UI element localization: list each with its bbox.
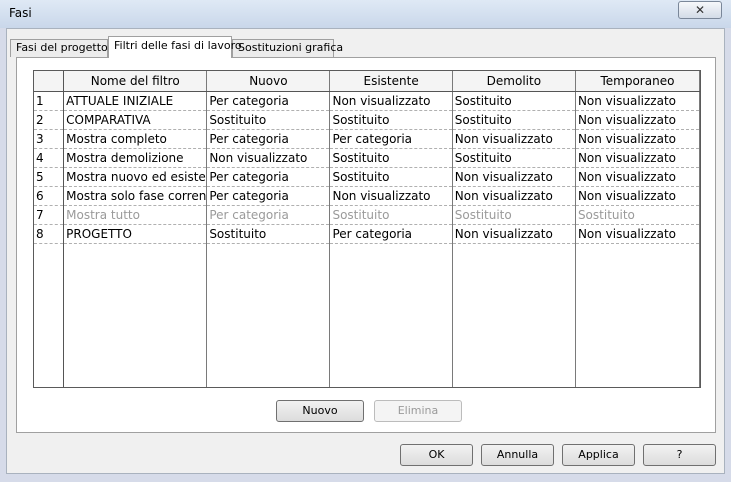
tab-filtri-delle-fasi[interactable]: Filtri delle fasi di lavoro <box>108 36 242 58</box>
close-icon: ✕ <box>694 3 706 17</box>
table-cell[interactable]: Non visualizzato <box>329 186 453 206</box>
table-row[interactable]: 7 Mostra tutto Per categoria Sostituito Sost… <box>34 205 700 225</box>
table-cell[interactable]: Non visualizzato <box>452 186 576 206</box>
empty-cell <box>575 243 700 387</box>
table-cell[interactable]: Non visualizzato <box>575 148 700 168</box>
row-number: 2 <box>34 110 65 130</box>
row-number: 7 <box>34 205 65 225</box>
table-cell[interactable]: Non visualizzato <box>206 148 331 168</box>
empty-table-area <box>34 243 700 387</box>
table-row[interactable]: 2 COMPARATIVA Sostituito Sostituito Sostitui… <box>34 110 700 130</box>
column-header-temporaneo[interactable]: Temporaneo <box>575 71 700 92</box>
table-cell[interactable]: Sostituito <box>329 205 453 225</box>
row-number: 8 <box>34 224 65 244</box>
table-row[interactable]: 8 PROGETTO Sostituito Per categoria Non visu… <box>34 224 700 244</box>
table-cell[interactable]: COMPARATIVA <box>63 110 208 130</box>
table-cell[interactable]: Per categoria <box>329 224 453 244</box>
table-cell[interactable]: Sostituito <box>452 148 576 168</box>
ok-button[interactable]: OK <box>400 444 473 466</box>
nuovo-button[interactable]: Nuovo <box>276 400 364 422</box>
table-cell[interactable]: Mostra demolizione <box>63 148 208 168</box>
row-number: 3 <box>34 129 65 149</box>
empty-cell <box>63 243 208 387</box>
empty-cell <box>206 243 331 387</box>
table-cell[interactable]: Sostituito <box>329 110 453 130</box>
table-cell[interactable]: Mostra completo <box>63 129 208 149</box>
table-cell[interactable]: Per categoria <box>206 129 331 149</box>
table-cell[interactable]: Sostituito <box>575 205 700 225</box>
column-header-esistente[interactable]: Esistente <box>329 71 453 92</box>
table-row[interactable]: 4 Mostra demolizione Non visualizzato Sosti… <box>34 148 700 168</box>
annulla-button[interactable]: Annulla <box>481 444 554 466</box>
tab-sostituzioni-grafica[interactable]: Sostituzioni grafica <box>232 39 343 57</box>
table-cell[interactable]: Sostituito <box>452 110 576 130</box>
tab-fasi-del-progetto[interactable]: Fasi del progetto <box>10 39 108 57</box>
row-number: 1 <box>34 91 65 111</box>
window-title: Fasi <box>9 6 32 20</box>
empty-cell <box>34 243 65 387</box>
table-cell[interactable]: Per categoria <box>206 167 331 187</box>
table-cell[interactable]: Sostituito <box>206 110 331 130</box>
table-cell[interactable]: Sostituito <box>329 167 453 187</box>
help-button[interactable]: ? <box>643 444 716 466</box>
applica-button[interactable]: Applica <box>562 444 635 466</box>
table-cell[interactable]: Per categoria <box>206 186 331 206</box>
table-cell[interactable]: Mostra solo fase corren <box>63 186 208 206</box>
table-cell[interactable]: Non visualizzato <box>329 91 453 111</box>
table-cell[interactable]: Sostituito <box>329 148 453 168</box>
table-row[interactable]: 6 Mostra solo fase corren Per categoria Non… <box>34 186 700 206</box>
column-header-demolito[interactable]: Demolito <box>452 71 576 92</box>
table-cell[interactable]: Mostra nuovo ed esiste <box>63 167 208 187</box>
table-cell[interactable]: Non visualizzato <box>452 167 576 187</box>
table-row[interactable]: 3 Mostra completo Per categoria Per categor… <box>34 129 700 149</box>
table-cell[interactable]: Non visualizzato <box>575 224 700 244</box>
table-cell[interactable]: Per categoria <box>206 205 331 225</box>
table-cell[interactable]: Non visualizzato <box>575 91 700 111</box>
empty-cell <box>329 243 453 387</box>
table-row[interactable]: 1 ATTUALE INIZIALE Per categoria Non visual… <box>34 91 700 111</box>
table-cell[interactable]: Sostituito <box>206 224 331 244</box>
column-header-nome[interactable]: Nome del filtro <box>63 71 208 92</box>
table-cell[interactable]: Mostra tutto <box>63 205 208 225</box>
table-row[interactable]: 5 Mostra nuovo ed esiste Per categoria Sost… <box>34 167 700 187</box>
close-button[interactable]: ✕ <box>678 1 722 19</box>
row-number-header <box>34 71 65 92</box>
table-cell[interactable]: Non visualizzato <box>575 129 700 149</box>
tab-panel: Nome del filtro Nuovo Esistente Demolito… <box>16 57 716 433</box>
empty-cell <box>452 243 576 387</box>
table-cell[interactable]: Sostituito <box>452 205 576 225</box>
table-cell[interactable]: Non visualizzato <box>575 167 700 187</box>
table-cell[interactable]: Non visualizzato <box>452 224 576 244</box>
title-bar: Fasi ✕ <box>0 0 731 28</box>
table-cell[interactable]: Non visualizzato <box>452 129 576 149</box>
table-cell[interactable]: Per categoria <box>206 91 331 111</box>
phase-filters-table[interactable]: Nome del filtro Nuovo Esistente Demolito… <box>33 70 701 388</box>
table-cell[interactable]: Non visualizzato <box>575 110 700 130</box>
elimina-button[interactable]: Elimina <box>374 400 462 422</box>
row-number: 6 <box>34 186 65 206</box>
column-header-nuovo[interactable]: Nuovo <box>206 71 331 92</box>
table-cell[interactable]: Non visualizzato <box>575 186 700 206</box>
row-number: 5 <box>34 167 65 187</box>
row-number: 4 <box>34 148 65 168</box>
table-cell[interactable]: PROGETTO <box>63 224 208 244</box>
table-cell[interactable]: ATTUALE INIZIALE <box>63 91 208 111</box>
table-cell[interactable]: Per categoria <box>329 129 453 149</box>
table-header-row: Nome del filtro Nuovo Esistente Demolito… <box>34 71 700 92</box>
table-cell[interactable]: Sostituito <box>452 91 576 111</box>
